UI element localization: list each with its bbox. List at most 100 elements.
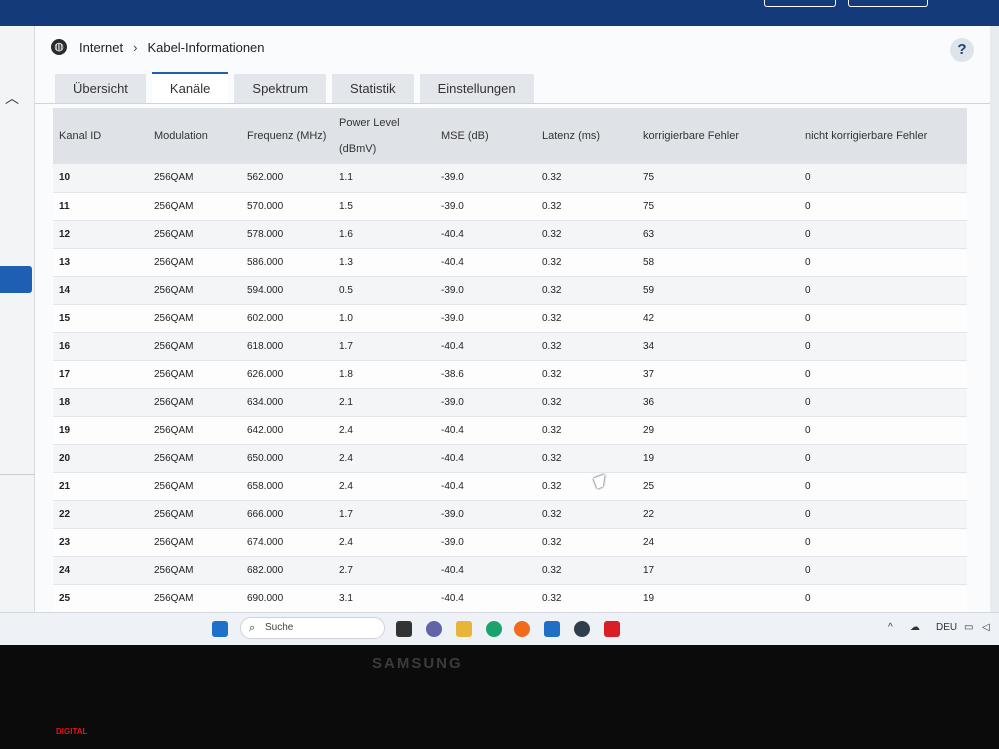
table-cell: 0: [799, 220, 967, 249]
table-cell: 0: [799, 304, 967, 333]
table-cell: 12: [53, 220, 148, 249]
speaker-icon[interactable]: ◁: [982, 622, 990, 633]
table-row: 14 256QAM 594.000 0.5 -39.0 0.32 59 0: [53, 276, 967, 305]
table-cell: 34: [637, 332, 799, 361]
table-cell: 256QAM: [148, 500, 241, 529]
gauge-app-icon[interactable]: [574, 621, 590, 637]
mail-icon[interactable]: [544, 621, 560, 637]
table-cell: -39.0: [435, 388, 536, 417]
table-cell: 0.32: [536, 556, 637, 585]
table-row: 16 256QAM 618.000 1.7 -40.4 0.32 34 0: [53, 332, 967, 361]
edge-browser-icon[interactable]: [486, 621, 502, 637]
header-button[interactable]: [764, 0, 836, 7]
nav-item-active[interactable]: [0, 266, 32, 293]
table-cell: 562.000: [241, 164, 333, 193]
table-cell: 256QAM: [148, 528, 241, 557]
table-cell: 0: [799, 444, 967, 473]
chat-icon[interactable]: [426, 621, 442, 637]
table-cell: 10: [53, 164, 148, 193]
header-button[interactable]: [848, 0, 928, 7]
tab-statistik[interactable]: Statistik: [332, 74, 414, 104]
help-button[interactable]: ?: [950, 38, 974, 62]
monitor-mode-indicator: DIGITAL: [56, 727, 88, 736]
monitor-bezel: SAMSUNG DIGITAL: [0, 645, 999, 749]
chevron-up-tray-icon[interactable]: ^: [888, 622, 893, 633]
table-cell: 626.000: [241, 360, 333, 389]
table-cell: -39.0: [435, 304, 536, 333]
table-cell: 17: [53, 360, 148, 389]
search-label: Suche: [265, 622, 294, 633]
table-cell: 634.000: [241, 388, 333, 417]
table-cell: 0: [799, 164, 967, 193]
table-cell: 0: [799, 276, 967, 305]
channel-table-container[interactable]: Kanal ID Modulation Frequenz (MHz) Power…: [53, 108, 967, 616]
table-cell: 0.32: [536, 332, 637, 361]
table-cell: 0.32: [536, 500, 637, 529]
breadcrumb-separator: ›: [133, 39, 138, 55]
table-cell: 0.32: [536, 388, 637, 417]
tab-bar: Übersicht Kanäle Spektrum Statistik Eins…: [55, 72, 540, 104]
table-cell: 0.32: [536, 528, 637, 557]
tab-kanaele[interactable]: Kanäle: [151, 72, 229, 104]
table-cell: -40.4: [435, 556, 536, 585]
header-nicht-korrigierbare-fehler: nicht korrigierbare Fehler: [805, 130, 928, 142]
display-icon[interactable]: ▭: [964, 622, 973, 633]
table-cell: 256QAM: [148, 416, 241, 445]
table-cell: 690.000: [241, 584, 333, 613]
firefox-icon[interactable]: [514, 621, 530, 637]
table-body: 10 256QAM 562.000 1.1 -39.0 0.32 75 0 11 256QAM 57…: [53, 164, 967, 613]
table-row: 15 256QAM 602.000 1.0 -39.0 0.32 42 0: [53, 304, 967, 333]
taskbar: ⌕ Suche ^ ☁ DEU ▭ ◁: [0, 612, 999, 645]
table-cell: 22: [637, 500, 799, 529]
table-cell: 256QAM: [148, 556, 241, 585]
chevron-up-icon[interactable]: ︿: [5, 88, 19, 108]
table-row: 12 256QAM 578.000 1.6 -40.4 0.32 63 0: [53, 220, 967, 249]
table-cell: -39.0: [435, 164, 536, 193]
table-cell: 682.000: [241, 556, 333, 585]
task-view-icon[interactable]: [396, 621, 412, 637]
table-cell: 642.000: [241, 416, 333, 445]
header-latenz: Latenz (ms): [542, 130, 601, 142]
table-cell: 256QAM: [148, 248, 241, 277]
table-cell: 24: [53, 556, 148, 585]
tab-uebersicht[interactable]: Übersicht: [55, 74, 146, 104]
table-row: 20 256QAM 650.000 2.4 -40.4 0.32 19 0: [53, 444, 967, 473]
taskbar-search[interactable]: ⌕ Suche: [240, 617, 385, 639]
cloud-icon[interactable]: ☁: [910, 622, 920, 633]
table-cell: 0: [799, 472, 967, 501]
windows-start-icon[interactable]: [212, 621, 228, 637]
tab-divider: [35, 103, 990, 104]
breadcrumb-root[interactable]: Internet: [79, 40, 123, 55]
table-cell: 0.32: [536, 472, 637, 501]
table-cell: 256QAM: [148, 472, 241, 501]
tab-einstellungen[interactable]: Einstellungen: [419, 74, 534, 104]
table-cell: 618.000: [241, 332, 333, 361]
channel-table: Kanal ID Modulation Frequenz (MHz) Power…: [53, 108, 967, 613]
table-cell: 570.000: [241, 192, 333, 221]
breadcrumb-current: Kabel-Informationen: [147, 39, 265, 55]
table-cell: -40.4: [435, 220, 536, 249]
table-cell: 0.32: [536, 164, 637, 193]
language-indicator[interactable]: DEU: [936, 622, 957, 633]
table-cell: 24: [637, 528, 799, 557]
netflix-icon[interactable]: [604, 621, 620, 637]
tab-spektrum[interactable]: Spektrum: [234, 74, 327, 104]
table-cell: -40.4: [435, 584, 536, 613]
table-cell: 256QAM: [148, 192, 241, 221]
table-cell: 0.32: [536, 304, 637, 333]
table-cell: -39.0: [435, 276, 536, 305]
table-cell: 2.4: [333, 416, 435, 445]
table-cell: 586.000: [241, 248, 333, 277]
table-cell: 22: [53, 500, 148, 529]
table-cell: 2.1: [333, 388, 435, 417]
table-row: 23 256QAM 674.000 2.4 -39.0 0.32 24 0: [53, 528, 967, 557]
table-cell: 15: [53, 304, 148, 333]
globe-icon: ◍: [51, 39, 67, 55]
table-cell: -40.4: [435, 332, 536, 361]
file-explorer-icon[interactable]: [456, 621, 472, 637]
table-row: 25 256QAM 690.000 3.1 -40.4 0.32 19 0: [53, 584, 967, 613]
left-navigation: ︿: [0, 26, 35, 616]
table-cell: 25: [53, 584, 148, 613]
table-cell: 256QAM: [148, 332, 241, 361]
table-cell: 256QAM: [148, 584, 241, 613]
